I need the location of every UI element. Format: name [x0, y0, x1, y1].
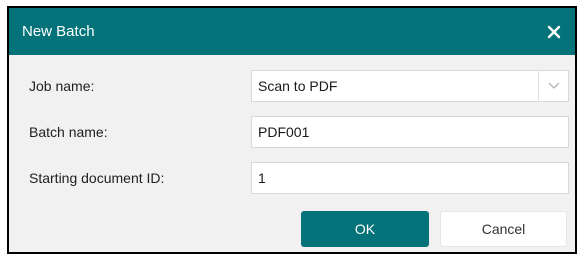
cancel-button[interactable]: Cancel	[440, 211, 567, 247]
starting-document-id-input[interactable]: 1	[251, 162, 569, 194]
close-button[interactable]	[541, 19, 567, 45]
job-name-label: Job name:	[29, 78, 95, 94]
batch-name-row: Batch name: PDF001	[9, 116, 575, 148]
dialog-titlebar: New Batch	[9, 8, 575, 55]
chevron-down-icon[interactable]	[538, 71, 568, 101]
ok-button[interactable]: OK	[301, 211, 429, 247]
dialog-title: New Batch	[22, 23, 95, 40]
batch-name-label: Batch name:	[29, 124, 108, 140]
new-batch-dialog: New Batch Job name: Scan to PDF Batch na…	[7, 6, 577, 254]
job-name-select[interactable]: Scan to PDF	[251, 70, 569, 102]
batch-name-input[interactable]: PDF001	[251, 116, 569, 148]
close-icon	[547, 25, 561, 39]
job-name-row: Job name: Scan to PDF	[9, 70, 575, 102]
job-name-value: Scan to PDF	[258, 78, 338, 94]
starting-document-id-label: Starting document ID:	[29, 170, 165, 186]
start-id-row: Starting document ID: 1	[9, 162, 575, 194]
